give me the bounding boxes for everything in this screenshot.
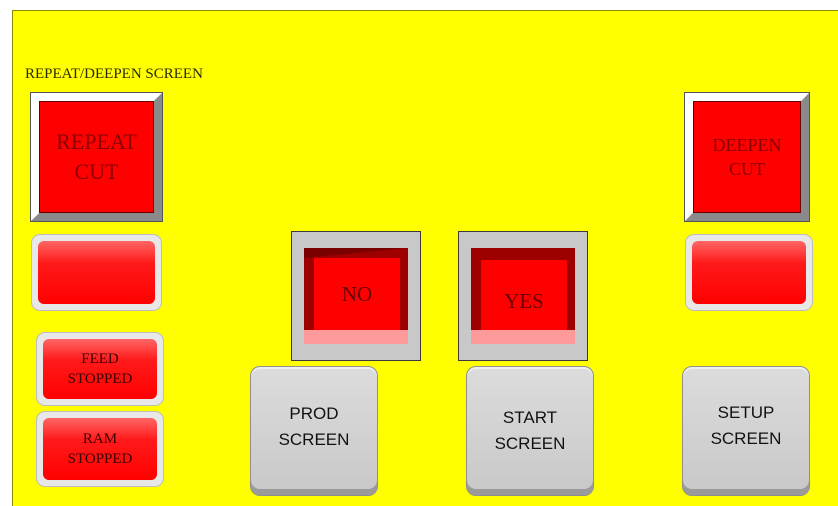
no-label: NO (341, 281, 373, 306)
feed-stopped-indicator: FEED STOPPED (36, 332, 164, 406)
setup-screen-label: SETUP SCREEN (710, 403, 782, 448)
yes-button[interactable]: YES (458, 231, 588, 361)
prod-screen-label: PROD SCREEN (278, 404, 350, 449)
yes-label: YES (504, 288, 544, 313)
deepen-cut-label: DEEPEN CUT (712, 135, 782, 179)
deepen-cut-button[interactable]: DEEPEN CUT (684, 92, 810, 222)
repeat-status-lamp (31, 234, 162, 311)
no-button[interactable]: NO (291, 231, 421, 361)
repeat-cut-button[interactable]: REPEAT CUT (30, 92, 163, 222)
prod-screen-button[interactable]: PROD SCREEN (250, 366, 378, 496)
deepen-status-lamp (685, 234, 813, 311)
start-screen-button[interactable]: START SCREEN (466, 366, 594, 496)
feed-stopped-label: FEED STOPPED (43, 339, 157, 399)
repeat-cut-label: REPEAT CUT (56, 129, 137, 184)
setup-screen-button[interactable]: SETUP SCREEN (682, 366, 810, 496)
deepen-status-lamp-face (692, 241, 806, 304)
repeat-status-lamp-face (38, 241, 155, 304)
ram-stopped-label: RAM STOPPED (43, 418, 157, 480)
start-screen-label: START SCREEN (494, 408, 566, 453)
ram-stopped-indicator: RAM STOPPED (36, 411, 164, 487)
screen-title: REPEAT/DEEPEN SCREEN (25, 66, 203, 82)
